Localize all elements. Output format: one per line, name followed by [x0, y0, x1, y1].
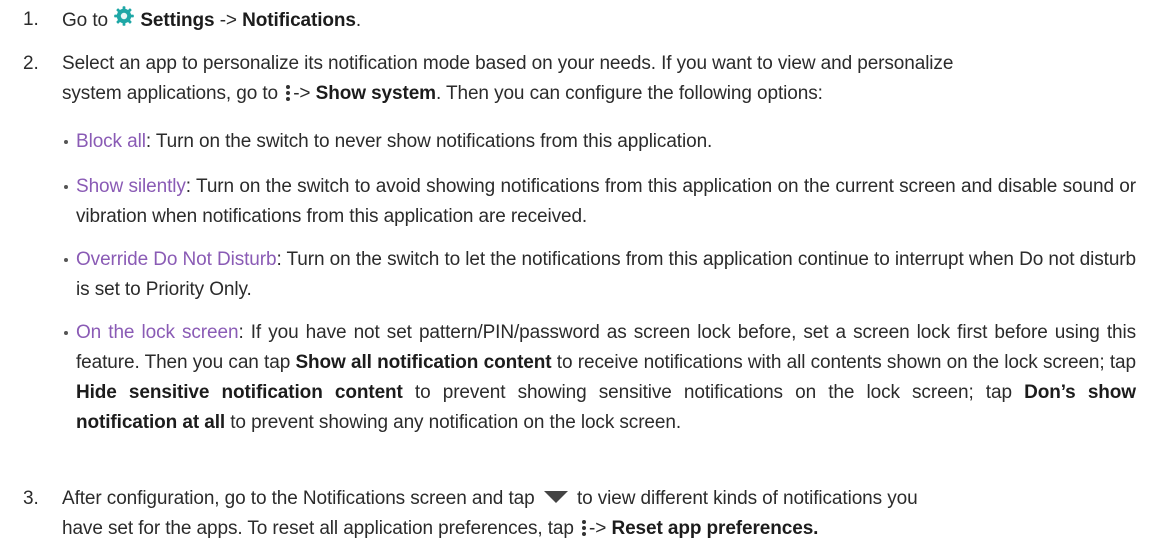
step-line: system applications, go to -> Show syste… [62, 79, 1122, 109]
option-term: Show silently [76, 176, 186, 197]
option-show-silently: Show silently: Turn on the switch to avo… [64, 172, 1136, 232]
option-term: Block all [76, 131, 146, 152]
bullet-dot [64, 185, 68, 189]
step-text: Go to Settings -> Notifications. [62, 5, 1122, 37]
option-lock-screen: On the lock screen: If you have not set … [64, 318, 1136, 438]
instructions-page: 1. Go to Settings -> Notifications. 2. S… [0, 0, 1160, 547]
settings-label: Settings [140, 10, 215, 32]
step-line: Select an app to personalize its notific… [62, 53, 954, 74]
period: . [355, 10, 362, 32]
more-vertical-icon [581, 517, 587, 537]
arrow-text: -> [293, 83, 311, 104]
option-desc: : Turn on the switch to never show notif… [145, 131, 713, 152]
hide-sensitive-label: Hide sensitive notification content [76, 382, 403, 403]
step-number: 1. [23, 9, 39, 30]
text-run: system applications, go to [62, 83, 279, 104]
option-override-dnd: Override Do Not Disturb: Turn on the swi… [64, 245, 1136, 305]
step-lead-text: Go to [62, 10, 108, 32]
show-system-label: Show system [315, 83, 436, 104]
option-term: Override Do Not Disturb [76, 249, 277, 270]
reset-app-preferences-label: Reset app preferences. [611, 518, 819, 540]
triangle-down-icon [543, 484, 569, 514]
text-run: . Then you can configure the following o… [435, 83, 823, 104]
option-desc: to receive notifications with all conten… [551, 352, 1136, 373]
text-run: After configuration, go to the Notificat… [62, 488, 535, 510]
arrow-text: -> [589, 518, 607, 540]
option-term: On the lock screen [76, 322, 239, 343]
option-text: Override Do Not Disturb: Turn on the swi… [76, 245, 1136, 305]
step-number: 2. [23, 53, 39, 74]
option-block-all: Block all: Turn on the switch to never s… [64, 127, 1136, 157]
bullet-dot [64, 140, 68, 144]
settings-gear-icon [113, 5, 135, 37]
text-run: have set for the apps. To reset all appl… [62, 518, 574, 540]
arrow-text: -> [219, 10, 237, 32]
bullet-dot [64, 258, 68, 262]
more-vertical-icon [285, 82, 291, 101]
option-desc: : Turn on the switch to avoid showing no… [76, 176, 1136, 227]
step-number: 3. [23, 488, 39, 509]
option-text: Show silently: Turn on the switch to avo… [76, 172, 1136, 232]
option-text: Block all: Turn on the switch to never s… [76, 127, 1136, 157]
text-run: to view different kinds of notifications… [576, 488, 918, 510]
step-text: After configuration, go to the Notificat… [62, 484, 1122, 544]
step-text: Select an app to personalize its notific… [62, 49, 1122, 109]
step-line: have set for the apps. To reset all appl… [62, 514, 1122, 544]
notifications-label: Notifications [242, 10, 356, 32]
option-desc: to prevent showing sensitive notificatio… [402, 382, 1025, 403]
option-text: On the lock screen: If you have not set … [76, 318, 1136, 438]
step-line: After configuration, go to the Notificat… [62, 484, 1122, 514]
option-desc: to prevent showing any notification on t… [225, 412, 682, 433]
show-all-content-label: Show all notification content [295, 352, 552, 373]
bullet-dot [64, 331, 68, 335]
